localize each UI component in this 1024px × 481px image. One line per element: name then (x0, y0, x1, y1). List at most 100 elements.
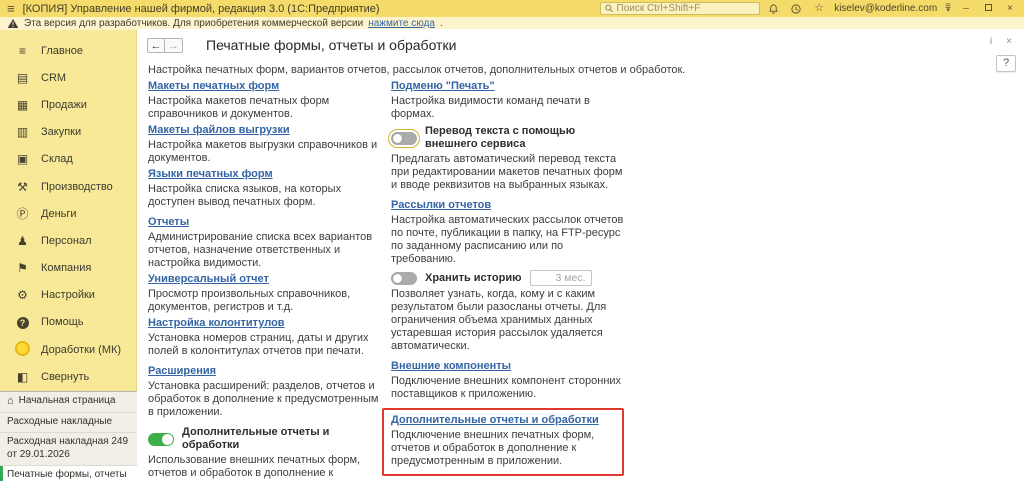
purchases-icon: ▥ (16, 125, 29, 140)
setting-keep-history-toggle: Хранить историю Позволяет узнать, когда,… (391, 270, 624, 353)
print-submenu-link[interactable]: Подменю "Печать" (391, 80, 495, 92)
warning-icon (7, 19, 19, 28)
sidebar-label: Продажи (41, 98, 87, 111)
history-months-input[interactable] (529, 270, 592, 286)
setting-description: Позволяет узнать, когда, кому и с каким … (391, 288, 607, 352)
back-button[interactable]: ← (147, 38, 165, 53)
sidebar-item-money[interactable]: Ⓟ Деньги (0, 200, 136, 227)
taskbar-label: Расходные накладные (7, 415, 113, 427)
setting-description: Установка номеров страниц, даты и других… (148, 332, 369, 357)
pin-window-icon[interactable]: i (990, 36, 992, 47)
search-input[interactable] (616, 3, 756, 14)
sidebar-item-customizations[interactable]: Доработки (МК) (0, 336, 136, 363)
restore-button[interactable] (981, 3, 995, 14)
setting-reports: Отчеты Администрирование списка всех вар… (148, 216, 381, 270)
minimize-button[interactable]: – (959, 3, 973, 14)
sidebar-item-company[interactable]: ⚑ Компания (0, 255, 136, 282)
setting-print-submenu: Подменю "Печать" Настройка видимости ком… (391, 80, 624, 121)
purchase-link[interactable]: нажмите сюда (368, 18, 435, 29)
text-translation-toggle[interactable] (388, 128, 420, 148)
print-form-templates-link[interactable]: Макеты печатных форм (148, 80, 279, 92)
setting-description: Настройка списка языков, на которых дост… (148, 183, 342, 208)
sidebar-item-collapse[interactable]: ◧ Свернуть (0, 363, 136, 390)
crm-icon: ▤ (16, 70, 29, 85)
taskbar-item-invoices-list[interactable]: Расходные накладные (0, 413, 137, 433)
setting-description: Просмотр произвольных справочников, доку… (148, 288, 351, 313)
setting-description: Предлагать автоматический перевод текста… (391, 153, 623, 191)
sidebar-label: Склад (41, 153, 73, 166)
main-menu-icon[interactable]: ≡ (7, 2, 15, 15)
global-search[interactable] (600, 2, 761, 15)
sidebar-item-production[interactable]: ⚒ Производство (0, 173, 136, 200)
setting-description: Настройка автоматических рассылок отчето… (391, 214, 624, 265)
home-icon: ⌂ (7, 395, 14, 407)
export-file-templates-link[interactable]: Макеты файлов выгрузки (148, 124, 290, 136)
toggle-label: Хранить историю (425, 271, 522, 284)
setting-description: Подключение внешних печатных форм, отчет… (391, 429, 595, 467)
window-title: [КОПИЯ] Управление нашей фирмой, редакци… (22, 2, 380, 15)
favorites-star-icon[interactable]: ☆ (812, 3, 826, 14)
sidebar-item-crm[interactable]: ▤ CRM (0, 64, 136, 91)
user-account[interactable]: kiselev@koderline.com (834, 3, 937, 14)
setting-description: Настройка макетов печатных форм справочн… (148, 95, 330, 120)
left-settings-column: Макеты печатных форм Настройка макетов п… (148, 80, 381, 481)
staff-icon: ♟ (17, 233, 28, 248)
setting-description: Настройка видимости команд печати в форм… (391, 95, 590, 120)
print-form-languages-link[interactable]: Языки печатных форм (148, 168, 273, 180)
setting-description: Подключение внешних компонент сторонних … (391, 375, 622, 400)
extensions-link[interactable]: Расширения (148, 365, 216, 377)
sidebar-label: Компания (41, 262, 92, 275)
taskbar-item-home[interactable]: ⌂ Начальная страница (0, 392, 137, 413)
sidebar-item-purchases[interactable]: ▥ Закупки (0, 119, 136, 146)
headers-footers-link[interactable]: Настройка колонтитулов (148, 317, 285, 329)
page-title: Печатные формы, отчеты и обработки (206, 37, 457, 53)
keep-history-toggle[interactable] (391, 271, 417, 285)
taskbar-label: Расходная накладная 249 от 29.01.2026 (7, 436, 129, 460)
setting-description: Настройка макетов выгрузки справочников … (148, 139, 378, 164)
setting-external-components: Внешние компоненты Подключение внешних к… (391, 360, 624, 401)
toggle-label: Дополнительные отчеты и обработки (182, 426, 330, 451)
reports-link[interactable]: Отчеты (148, 216, 189, 228)
sidebar-item-sales[interactable]: ▦ Продажи (0, 91, 136, 118)
taskbar-item-invoice-249[interactable]: Расходная накладная 249 от 29.01.2026 (0, 433, 137, 466)
setting-text-translation-toggle: Перевод текста с помощью внешнего сервис… (388, 125, 624, 192)
section-sidebar: ≡ Главное ▤ CRM ▦ Продажи ▥ Закупки ▣ Склад ⚒… (0, 30, 137, 391)
notifications-bell-icon[interactable] (768, 3, 782, 15)
sidebar-item-settings[interactable]: ⚙ Настройки (0, 282, 136, 309)
setting-extensions: Расширения Установка расширений: раздело… (148, 365, 381, 419)
report-distributions-link[interactable]: Рассылки отчетов (391, 199, 491, 211)
production-icon: ⚒ (17, 179, 28, 194)
sidebar-label: Настройки (41, 289, 95, 302)
warehouse-icon: ▣ (16, 152, 29, 167)
warning-suffix: . (439, 18, 443, 29)
close-page-icon[interactable]: × (1006, 36, 1012, 47)
external-components-link[interactable]: Внешние компоненты (391, 360, 511, 372)
search-icon (605, 4, 614, 13)
sidebar-label: Деньги (41, 207, 77, 220)
sidebar-label: Помощь (41, 316, 84, 329)
forward-button[interactable]: → (165, 38, 183, 53)
print-forms-settings-page: ← → Печатные формы, отчеты и обработки i… (138, 29, 1024, 481)
taskbar-item-print-forms[interactable]: Печатные формы, отчеты и обработки (0, 466, 137, 481)
history-icon[interactable] (790, 3, 804, 15)
setting-description: Администрирование списка всех вариантов … (148, 231, 373, 269)
settings-gear-icon: ⚙ (17, 288, 28, 303)
sidebar-item-warehouse[interactable]: ▣ Склад (0, 146, 136, 173)
sidebar-item-help[interactable]: ? Помощь (0, 309, 136, 336)
setting-additional-reports-toggle: Дополнительные отчеты и обработки Исполь… (148, 426, 381, 481)
sidebar-label: Главное (41, 44, 84, 57)
help-button[interactable]: ? (996, 55, 1016, 72)
sidebar-item-staff[interactable]: ♟ Персонал (0, 227, 136, 254)
history-nav: ← → (147, 38, 183, 53)
sidebar-label: Персонал (41, 234, 92, 247)
sidebar-label: Доработки (МК) (41, 343, 122, 356)
additional-reports-processing-link[interactable]: Дополнительные отчеты и обработки (391, 414, 599, 426)
additional-reports-toggle[interactable] (148, 432, 174, 446)
sidebar-item-main[interactable]: ≡ Главное (0, 37, 136, 64)
warning-text: Эта версия для разработчиков. Для приобр… (24, 18, 364, 29)
service-menu-icon[interactable]: ≡ ▾ (945, 2, 951, 14)
window-title-bar: ≡ [КОПИЯ] Управление нашей фирмой, редак… (0, 0, 1024, 17)
money-icon: Ⓟ (16, 206, 29, 221)
close-window-button[interactable]: × (1003, 3, 1017, 14)
universal-report-link[interactable]: Универсальный отчет (148, 273, 269, 285)
